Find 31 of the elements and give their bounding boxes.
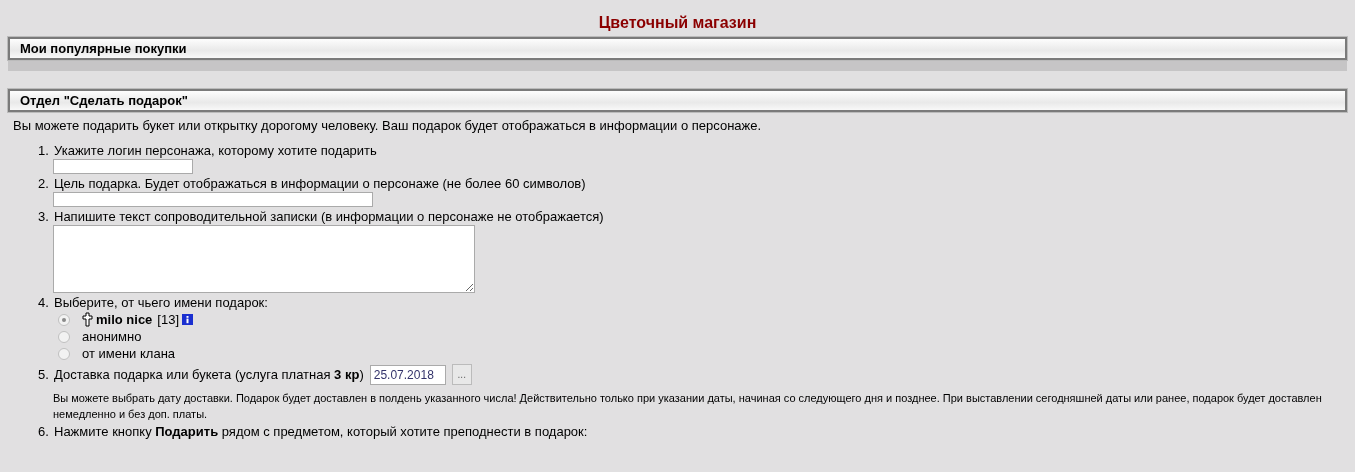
option-label: от имени клана	[82, 346, 176, 361]
step-number: 2.	[38, 176, 50, 192]
step-number: 5.	[38, 366, 50, 383]
step-number: 6.	[38, 424, 50, 440]
text-field[interactable]	[53, 159, 193, 174]
date-field[interactable]: 25.07.2018	[369, 364, 446, 385]
step-number: 4.	[38, 295, 50, 311]
intro-text: Вы можете подарить букет или открытку дорогому человеку. Ваш подарок будет отображаться в информации о персонаже.	[13, 118, 763, 133]
character-name: milo nice	[96, 312, 153, 327]
date-picker-button[interactable]: ...	[451, 364, 472, 385]
radio-button[interactable]	[58, 330, 70, 343]
section-header[interactable]: Мои популярные покупки	[8, 37, 1347, 60]
delivery-note: Вы можете выбрать дату доставки. Подарок будет доставлен в полдень указанного числа! Действительно только при указании даты, начиная со следующего дня и позднее. При выставлении сегодняшней даты или ранее, подарок будет доставлен немедленно и без доп. платы.	[53, 391, 1323, 422]
radio-button[interactable]	[58, 347, 70, 360]
page-title: Цветочный магазин	[597, 14, 758, 32]
character-level: [13]	[157, 312, 180, 327]
cross-icon	[82, 312, 93, 327]
option-label: анонимно	[82, 329, 142, 344]
radio-button[interactable]	[58, 313, 70, 326]
step-label: Укажите логин персонажа, которому хотите подарить	[54, 143, 377, 159]
step-number: 3.	[38, 209, 50, 225]
step-label: Выберите, от чьего имени подарок:	[54, 295, 268, 311]
step-label: Нажмите кнопку Подарить рядом с предметом, который хотите преподнести в подарок:	[54, 424, 588, 440]
step-label: Цель подарка. Будет отображаться в информации о персонаже (не более 60 символов)	[54, 176, 586, 192]
text-field[interactable]	[53, 192, 373, 207]
step-number: 1.	[38, 143, 50, 159]
info-icon[interactable]	[182, 314, 194, 325]
section-header[interactable]: Отдел "Сделать подарок"	[8, 89, 1347, 112]
step-label: Напишите текст сопроводительной записки (в информации о персонаже не отображается)	[54, 209, 604, 225]
step-label: Доставка подарка или букета (услуга платная 3 кр)	[54, 366, 364, 383]
note-field[interactable]	[53, 225, 475, 293]
